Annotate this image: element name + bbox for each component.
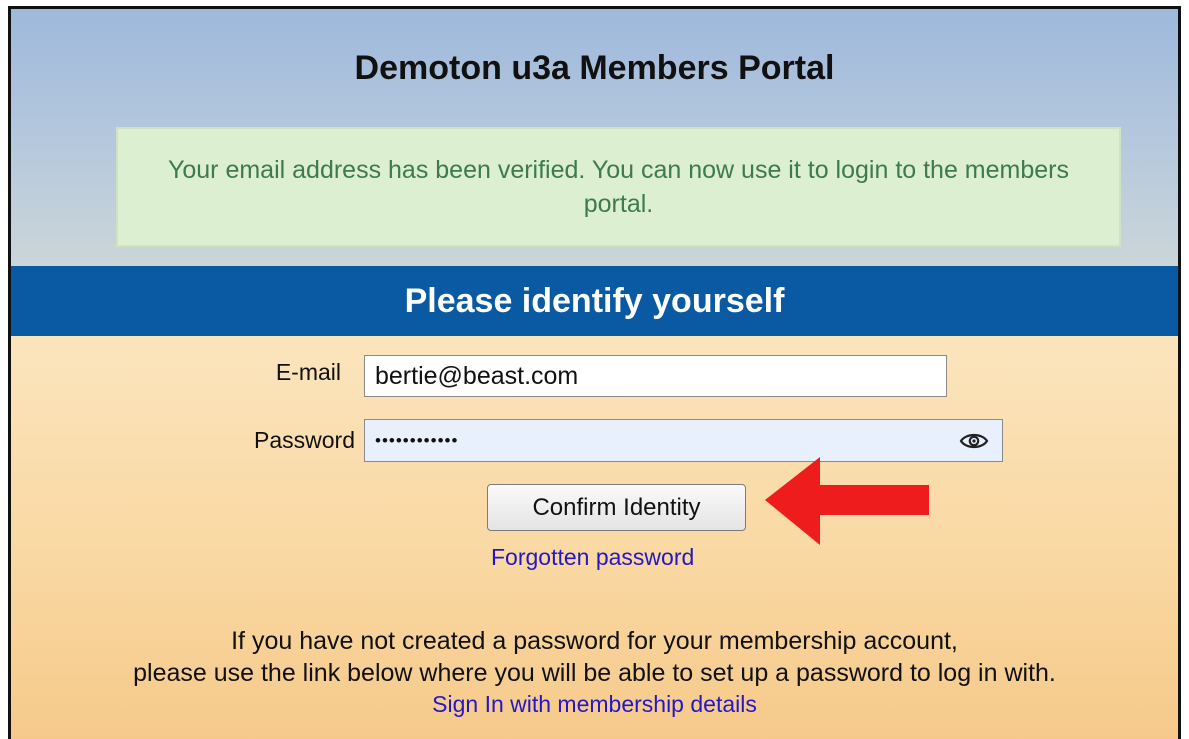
verification-notice-text: Your email address has been verified. Yo… <box>167 156 1069 218</box>
signin-link-row: Sign In with membership details <box>11 691 1178 718</box>
eye-icon <box>959 433 989 449</box>
forgotten-password-link[interactable]: Forgotten password <box>491 544 694 571</box>
password-label: Password <box>254 427 355 453</box>
password-mask: •••••••••••• <box>375 430 459 450</box>
identify-heading: Please identify yourself <box>11 266 1178 336</box>
signin-membership-link[interactable]: Sign In with membership details <box>432 691 757 717</box>
email-field[interactable] <box>364 355 947 397</box>
arrow-left-icon <box>765 457 929 545</box>
verification-notice: Your email address has been verified. Yo… <box>116 127 1121 247</box>
header-panel: Demoton u3a Members Portal Your email ad… <box>11 9 1178 267</box>
portal-title: Demoton u3a Members Portal <box>354 49 835 87</box>
no-password-info-line-2: please use the link below where you will… <box>133 659 1056 687</box>
login-form-panel: E-mail Password •••••••••••• Confirm Ide… <box>11 336 1178 739</box>
confirm-identity-button[interactable]: Confirm Identity <box>487 484 746 531</box>
no-password-info-line-1: If you have not created a password for y… <box>231 627 958 655</box>
show-password-toggle[interactable] <box>956 426 992 456</box>
portal-page: Demoton u3a Members Portal Your email ad… <box>8 6 1181 739</box>
email-label: E-mail <box>275 359 341 385</box>
